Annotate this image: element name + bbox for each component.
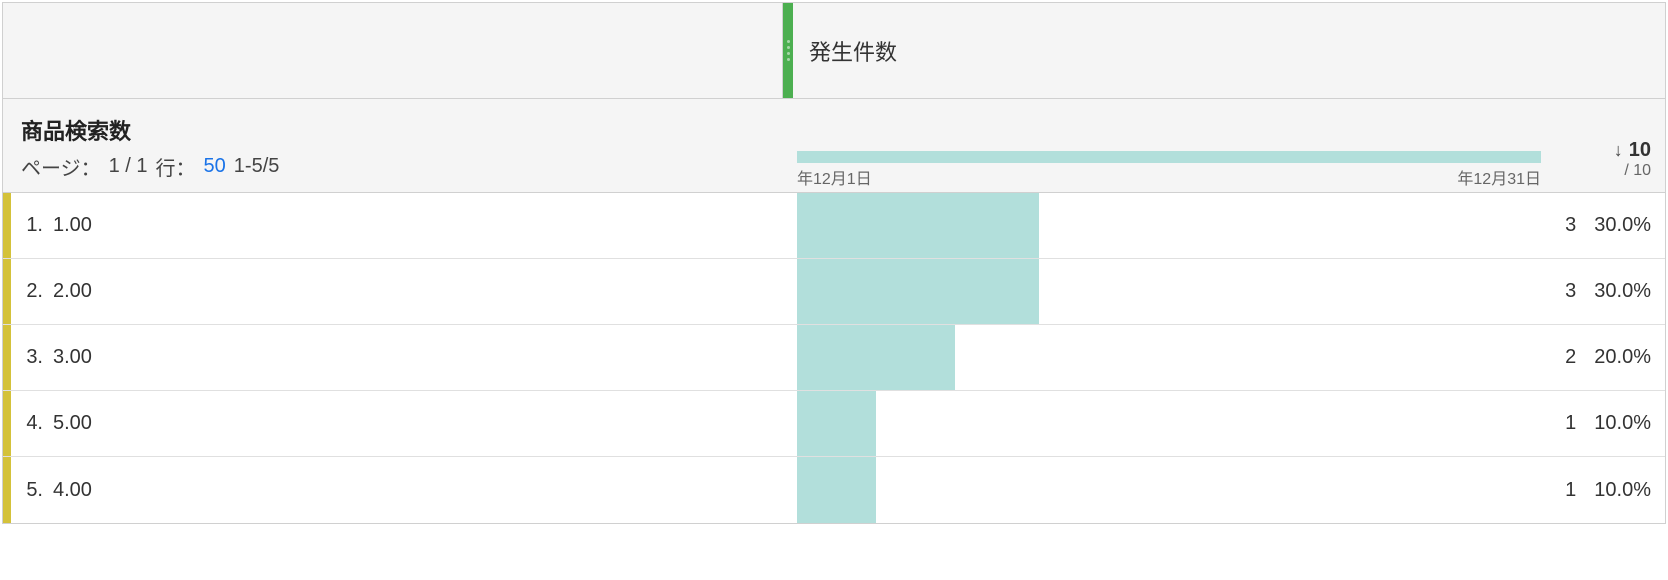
row-value: 3.00 (53, 346, 92, 369)
row-metric-cell: 3 30.0% (783, 259, 1665, 324)
row-dimension-cell: 1. 1.00 (11, 193, 783, 258)
row-count: 1 (1565, 479, 1576, 502)
row-accent-bar (3, 391, 11, 456)
total-denominator: / 10 (1624, 162, 1651, 180)
pager-page-value[interactable]: 1 / 1 (109, 155, 148, 178)
dimension-header-cell (3, 3, 783, 98)
row-count: 2 (1565, 346, 1576, 369)
table-row[interactable]: 4. 5.00 1 10.0% (3, 391, 1665, 457)
row-metric-cell: 2 20.0% (783, 325, 1665, 390)
metric-summary-cell: 年12月1日 年12月31日 ↓ 10 / 10 (783, 99, 1665, 192)
row-metric-cell: 3 30.0% (783, 193, 1665, 258)
row-dimension-cell: 3. 3.00 (11, 325, 783, 390)
pager-page-label: ページ： (21, 152, 101, 181)
row-index: 2. (21, 280, 43, 303)
row-index: 4. (21, 412, 43, 435)
metric-column-label: 発生件数 (793, 35, 897, 67)
sort-descending-icon[interactable]: ↓ (1614, 140, 1623, 161)
row-accent-bar (3, 457, 11, 523)
row-value: 4.00 (53, 479, 92, 502)
row-percent: 30.0% (1594, 280, 1651, 303)
row-bar-wrap (797, 193, 1481, 258)
dimension-title: 商品検索数 (21, 114, 765, 146)
row-bar-wrap (797, 391, 1481, 456)
row-bar (797, 391, 876, 456)
table-subheader-row: 商品検索数 ページ： 1 / 1 行： 50 1-5/5 年12月1日 年12月… (3, 99, 1665, 193)
row-value: 5.00 (53, 412, 92, 435)
pager: ページ： 1 / 1 行： 50 1-5/5 (21, 152, 765, 181)
table-row[interactable]: 1. 1.00 3 30.0% (3, 193, 1665, 259)
row-accent-bar (3, 259, 11, 324)
table-header-row: 発生件数 (3, 3, 1665, 99)
row-percent: 20.0% (1594, 346, 1651, 369)
row-value: 2.00 (53, 280, 92, 303)
row-count: 3 (1565, 280, 1576, 303)
timeline-bar (797, 151, 1541, 163)
totals: ↓ 10 / 10 (1541, 139, 1651, 186)
row-accent-bar (3, 325, 11, 390)
row-value: 1.00 (53, 214, 92, 237)
row-percent: 10.0% (1594, 412, 1651, 435)
timeline: 年12月1日 年12月31日 (797, 99, 1541, 186)
row-percent: 10.0% (1594, 479, 1651, 502)
row-index: 5. (21, 479, 43, 502)
row-dimension-cell: 2. 2.00 (11, 259, 783, 324)
dimension-info: 商品検索数 ページ： 1 / 1 行： 50 1-5/5 (3, 99, 783, 192)
row-accent-bar (3, 193, 11, 258)
table-row[interactable]: 2. 2.00 3 30.0% (3, 259, 1665, 325)
drag-dots-icon (787, 40, 790, 61)
row-metric-cell: 1 10.0% (783, 457, 1665, 523)
row-index: 1. (21, 214, 43, 237)
row-bar-wrap (797, 457, 1481, 523)
pager-rows-select[interactable]: 50 (204, 155, 226, 178)
total-count: 10 (1629, 139, 1651, 162)
report-table: 発生件数 商品検索数 ページ： 1 / 1 行： 50 1-5/5 年12月1日… (2, 2, 1666, 524)
row-dimension-cell: 5. 4.00 (11, 457, 783, 523)
row-bar-wrap (797, 325, 1481, 390)
row-bar (797, 325, 955, 390)
pager-rows-label: 行： (156, 152, 196, 181)
row-count: 1 (1565, 412, 1576, 435)
row-bar (797, 457, 876, 523)
table-row[interactable]: 3. 3.00 2 20.0% (3, 325, 1665, 391)
column-drag-handle[interactable] (783, 3, 793, 98)
row-bar (797, 193, 1039, 258)
row-dimension-cell: 4. 5.00 (11, 391, 783, 456)
metric-header-cell[interactable]: 発生件数 (783, 3, 1665, 98)
row-index: 3. (21, 346, 43, 369)
row-metric-cell: 1 10.0% (783, 391, 1665, 456)
row-bar (797, 259, 1039, 324)
table-row[interactable]: 5. 4.00 1 10.0% (3, 457, 1665, 523)
row-percent: 30.0% (1594, 214, 1651, 237)
pager-range: 1-5/5 (234, 155, 280, 178)
row-bar-wrap (797, 259, 1481, 324)
row-count: 3 (1565, 214, 1576, 237)
timeline-end-label: 年12月31日 (1457, 165, 1541, 189)
timeline-start-label: 年12月1日 (797, 165, 872, 189)
